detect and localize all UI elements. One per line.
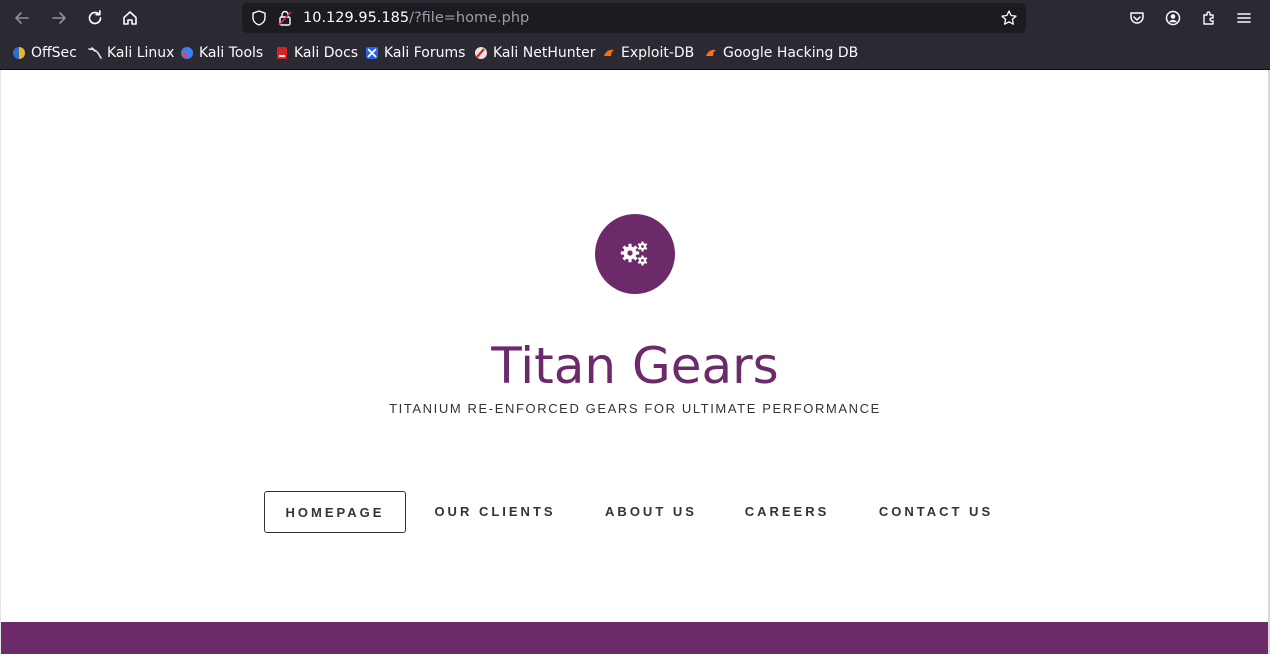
home-icon	[123, 11, 137, 25]
bookmark-label: Kali NetHunter	[493, 44, 596, 61]
exploitdb-icon	[604, 49, 614, 56]
bookmark-label: Kali Linux	[107, 44, 175, 61]
kali-forums-icon	[366, 46, 378, 59]
site-logo	[595, 214, 675, 294]
reload-icon	[88, 10, 102, 25]
kali-tools-icon	[181, 46, 193, 59]
bookmark-label: Google Hacking DB	[723, 44, 859, 61]
home-button[interactable]	[118, 6, 142, 30]
url-text[interactable]: 10.129.95.185/?file=home.php	[303, 9, 529, 27]
bookmark-offsec[interactable]: OffSec	[12, 43, 77, 62]
browser-toolbar: 10.129.95.185/?file=home.php	[0, 0, 1270, 36]
offsec-icon	[13, 46, 25, 59]
url-host: 10.129.95.185	[303, 10, 410, 26]
site-tagline: TITANIUM RE-ENFORCED GEARS FOR ULTIMATE …	[389, 401, 881, 416]
gears-icon	[620, 241, 648, 266]
bookmark-label: Kali Tools	[199, 44, 264, 61]
bookmark-label: Exploit-DB	[621, 44, 695, 61]
kali-docs-icon	[277, 46, 287, 59]
back-button[interactable]	[10, 6, 34, 30]
bookmark-star-icon[interactable]	[1000, 9, 1018, 27]
ghdb-icon	[706, 49, 716, 56]
menu-button[interactable]	[1232, 6, 1256, 30]
account-icon	[1165, 10, 1181, 26]
nav-about-us[interactable]: ABOUT US	[592, 491, 710, 533]
reload-button[interactable]	[83, 6, 107, 30]
bookmark-kali-docs[interactable]: Kali Docs	[275, 43, 358, 62]
bookmarks-toolbar: OffSec Kali Linux Kali Tools Kali Docs K…	[0, 36, 1270, 70]
nav-contact-us[interactable]: CONTACT US	[868, 491, 1004, 533]
forward-button[interactable]	[47, 6, 71, 30]
address-bar[interactable]: 10.129.95.185/?file=home.php	[242, 3, 1026, 33]
nethunter-icon	[475, 46, 487, 59]
bookmark-label: OffSec	[31, 44, 77, 61]
back-arrow-icon	[15, 12, 29, 24]
hamburger-menu-icon	[1237, 13, 1251, 23]
pocket-button[interactable]	[1125, 6, 1149, 30]
bookmark-label: Kali Docs	[294, 44, 359, 61]
nav-homepage[interactable]: HOMEPAGE	[264, 491, 406, 533]
url-path: /?file=home.php	[409, 10, 530, 26]
kali-dragon-icon	[88, 46, 102, 59]
bookmark-kali-linux[interactable]: Kali Linux	[88, 43, 174, 62]
bookmark-kali-tools[interactable]: Kali Tools	[180, 43, 263, 62]
forward-arrow-icon	[52, 12, 66, 24]
pocket-icon	[1130, 12, 1144, 24]
bookmark-exploit-db[interactable]: Exploit-DB	[602, 43, 694, 62]
insecure-lock-icon[interactable]	[276, 9, 294, 27]
bookmark-kali-forums[interactable]: Kali Forums	[365, 43, 465, 62]
nav-careers[interactable]: CAREERS	[736, 491, 838, 533]
page-viewport: Titan Gears TITANIUM RE-ENFORCED GEARS F…	[0, 70, 1269, 654]
nav-our-clients[interactable]: OUR CLIENTS	[424, 491, 566, 533]
bookmark-google-hacking-db[interactable]: Google Hacking DB	[704, 43, 858, 62]
bookmark-label: Kali Forums	[384, 44, 466, 61]
account-button[interactable]	[1161, 6, 1185, 30]
bookmark-kali-nethunter[interactable]: Kali NetHunter	[474, 43, 595, 62]
puzzle-piece-icon	[1203, 11, 1214, 25]
site-title: Titan Gears	[491, 337, 779, 395]
extensions-button[interactable]	[1197, 6, 1221, 30]
footer-band	[1, 622, 1269, 654]
tracking-shield-icon[interactable]	[250, 9, 268, 27]
